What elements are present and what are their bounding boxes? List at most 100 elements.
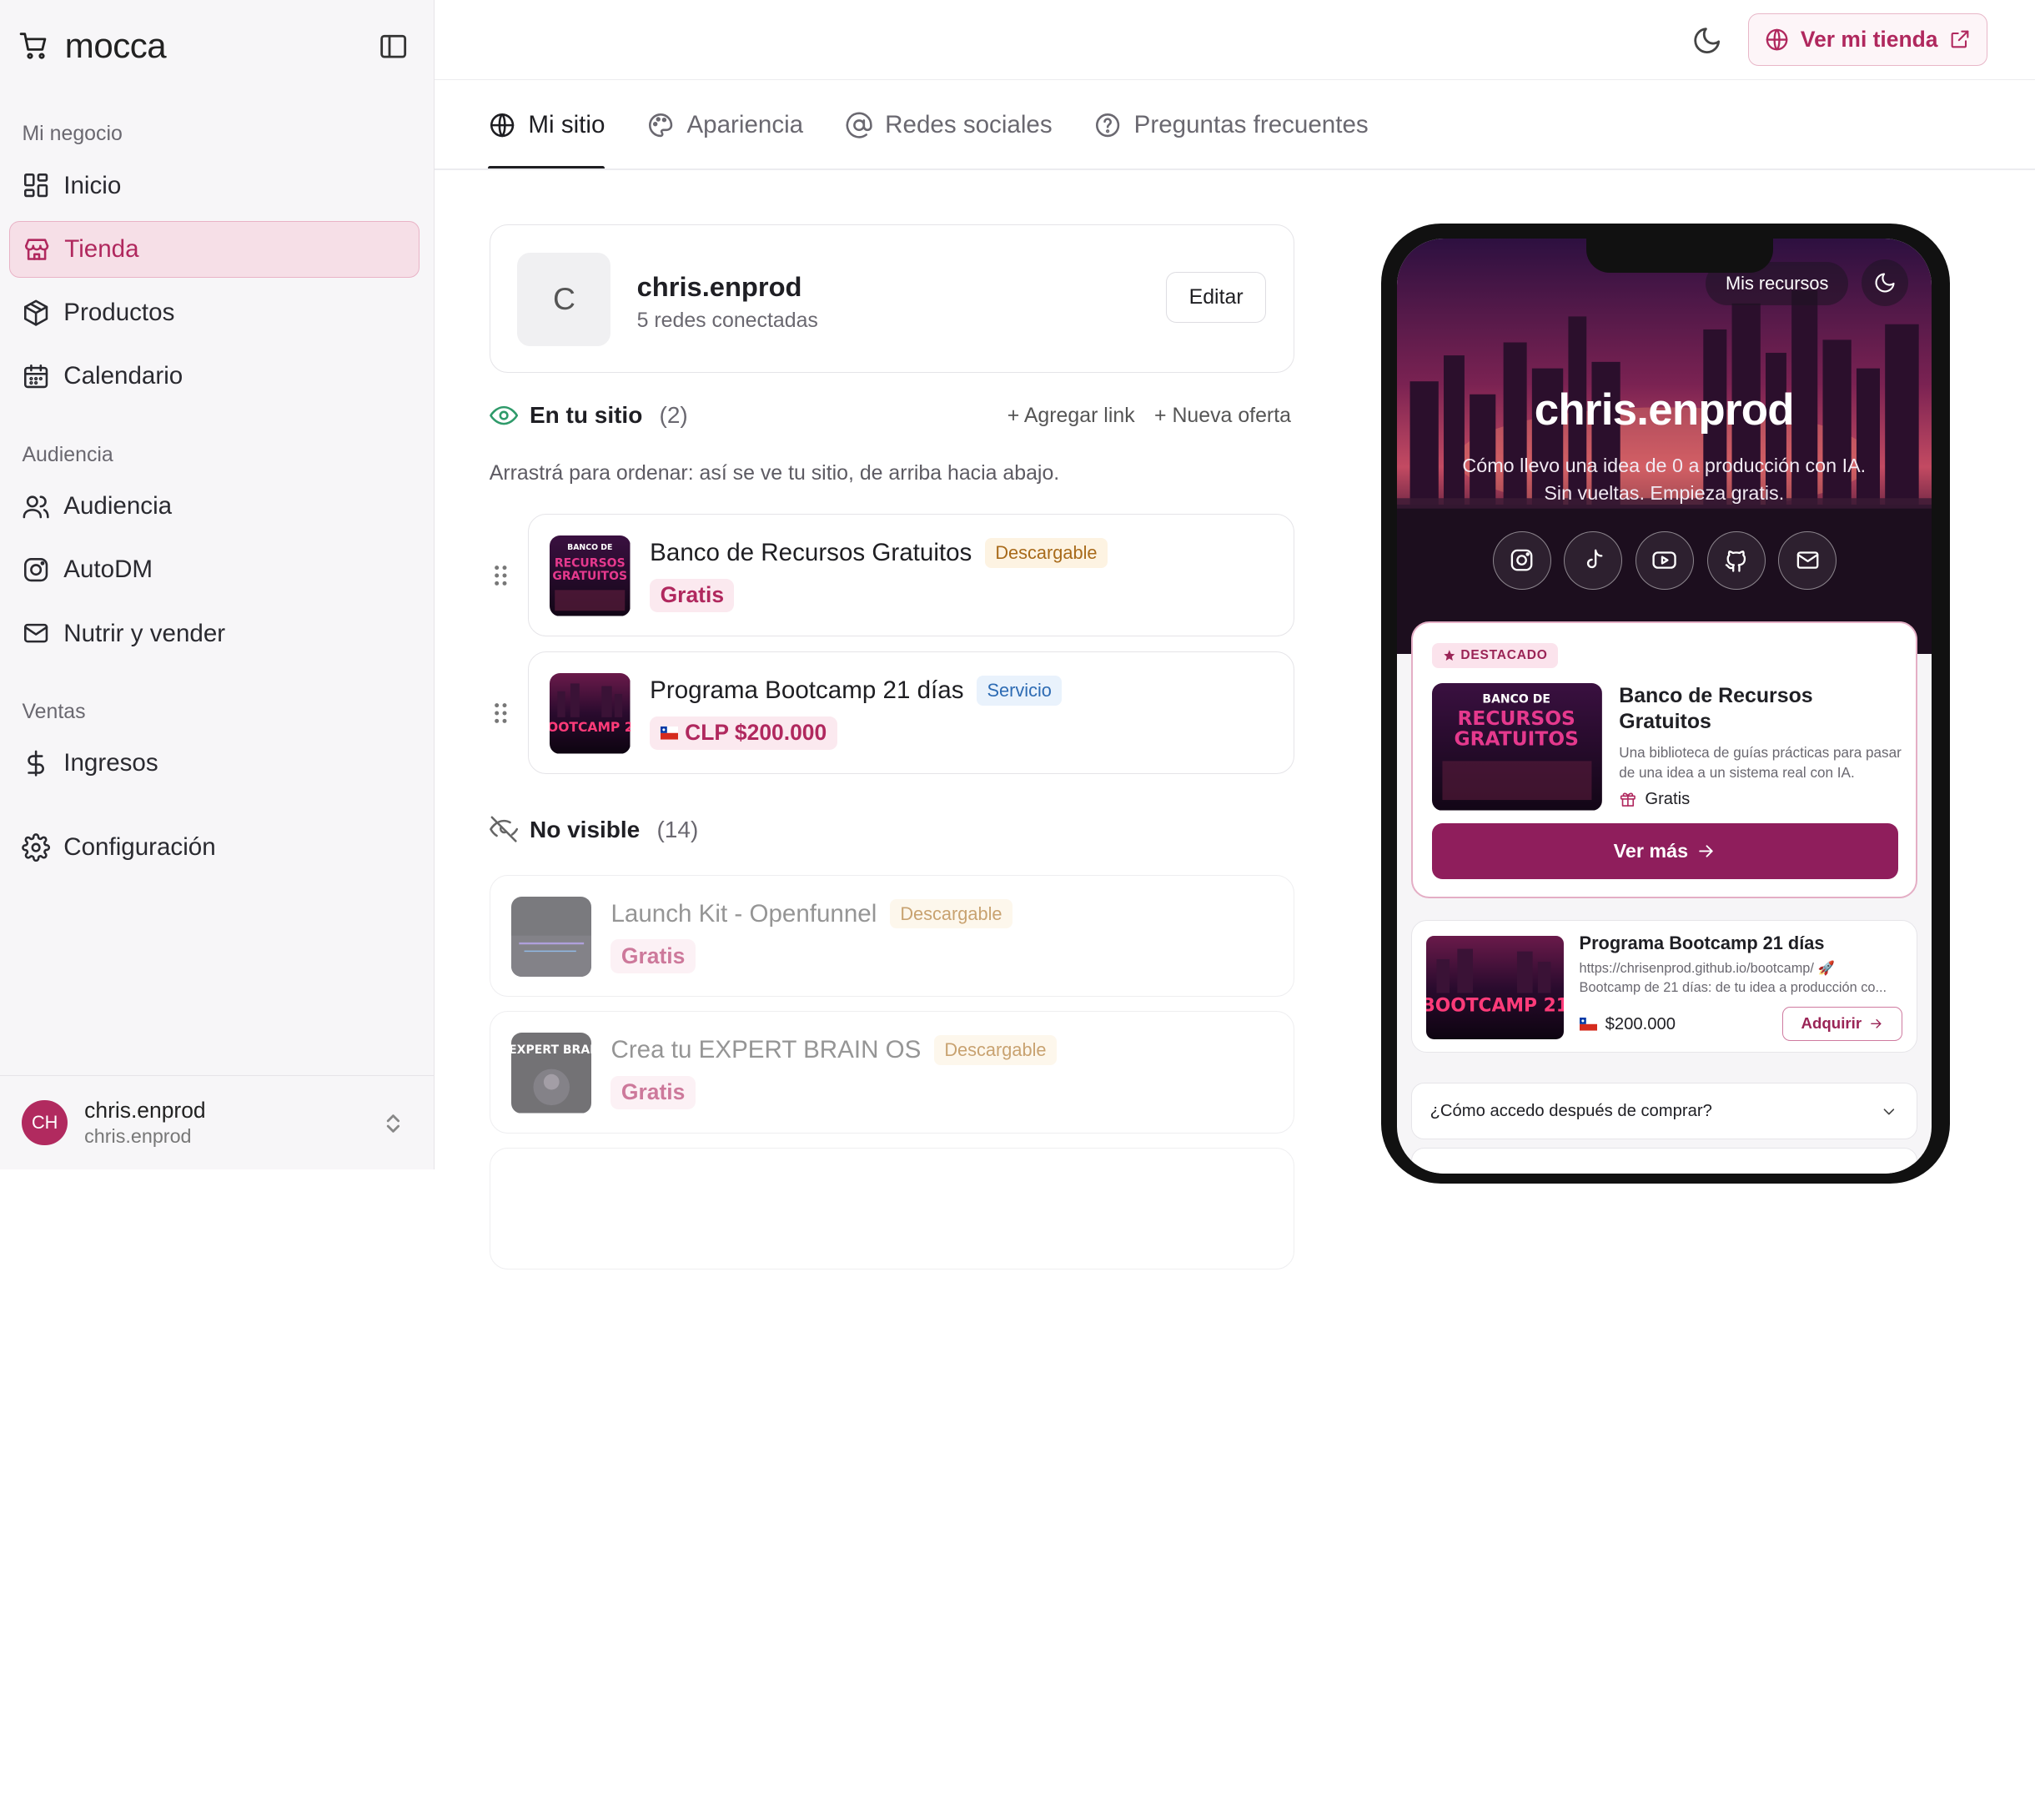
tab-label: Apariencia xyxy=(686,111,804,139)
instagram-icon xyxy=(24,558,48,582)
phone-notch xyxy=(1585,239,1774,273)
sidebar-item-audiencia[interactable]: Audiencia xyxy=(9,478,420,535)
on-site-title: En tu sitio xyxy=(529,402,643,429)
moon-icon[interactable] xyxy=(1691,25,1722,56)
banco-thumbnail-art: BANCO DE RECURSOS GRATUITOS xyxy=(1432,683,1602,811)
tiktok-icon xyxy=(1586,549,1603,569)
adquirir-button[interactable]: Adquirir xyxy=(1782,1007,1902,1041)
store-icon xyxy=(25,239,49,260)
social-instagram[interactable] xyxy=(1492,530,1551,590)
sidebar-item-productos[interactable]: Productos xyxy=(9,284,420,341)
list-item[interactable]: BANCO DE RECURSOS GRATUITOS Banco de Rec… xyxy=(495,514,1294,636)
thumb-text: BANCO DE xyxy=(567,543,612,552)
sidebar-item-tienda[interactable]: Tienda xyxy=(8,220,420,279)
list-item[interactable]: BOOTCAMP 21 Programa Bootcamp 21 días Se… xyxy=(495,651,1294,774)
featured-price-text: Gratis xyxy=(1645,789,1691,808)
tab-mi-sitio[interactable]: Mi sitio xyxy=(488,80,605,170)
sidebar-item-calendario[interactable]: Calendario xyxy=(9,348,420,405)
list-item[interactable]: Launch Kit - Openfunnel Descargable Grat… xyxy=(489,875,1294,998)
product-thumbnail: EXPERT BRAI xyxy=(510,1033,592,1114)
view-store-label: Ver mi tienda xyxy=(1800,26,1938,52)
faq-item[interactable] xyxy=(1410,1147,1917,1174)
user-handle: chris.enprod xyxy=(84,1124,192,1147)
drag-handle-icon[interactable] xyxy=(493,564,509,587)
star-icon xyxy=(1443,650,1455,661)
on-site-actions: + Agregar link + Nueva oferta xyxy=(1007,404,1291,428)
package-icon xyxy=(24,299,48,326)
instagram-icon xyxy=(1511,549,1533,571)
item-title: Launch Kit - Openfunnel xyxy=(610,899,877,928)
sidebar-item-ingresos[interactable]: Ingresos xyxy=(9,735,420,792)
expert-brain-thumbnail-art: EXPERT BRAI xyxy=(510,1033,592,1114)
price-text: Gratis xyxy=(621,1079,686,1105)
tab-preguntas-frecuentes[interactable]: Preguntas frecuentes xyxy=(1093,80,1369,169)
mail-icon xyxy=(1796,551,1819,569)
item-title: Programa Bootcamp 21 días xyxy=(650,676,964,704)
brand[interactable]: mocca xyxy=(18,26,167,66)
social-tiktok[interactable] xyxy=(1564,530,1623,590)
view-store-button[interactable]: Ver mi tienda xyxy=(1748,13,1987,67)
new-offer-button[interactable]: + Nueva oferta xyxy=(1154,404,1291,428)
featured-description: Una biblioteca de guías prácticas para p… xyxy=(1619,744,1902,781)
not-visible-header: No visible (14) xyxy=(489,815,699,843)
price-text: Gratis xyxy=(621,943,686,968)
dollar-icon xyxy=(28,750,45,777)
social-github[interactable] xyxy=(1706,530,1766,590)
sidebar-item-nutrir-y-vender[interactable]: Nutrir y vender xyxy=(9,605,420,661)
sidebar-toggle-icon[interactable] xyxy=(378,31,409,62)
thumb-text: BOOTCAMP 21 xyxy=(1426,995,1564,1016)
mail-icon xyxy=(24,624,48,643)
sidebar-item-inicio[interactable]: Inicio xyxy=(9,157,420,214)
price-badge: CLP $200.000 xyxy=(650,716,837,750)
thumb-text: BANCO DE xyxy=(1483,692,1550,706)
palette-icon xyxy=(649,113,673,138)
preview-name: chris.enprod xyxy=(1534,385,1795,435)
edit-profile-button[interactable]: Editar xyxy=(1166,272,1267,323)
not-visible-title: No visible xyxy=(529,816,641,842)
user-name: chris.enprod xyxy=(84,1098,206,1124)
launchkit-thumbnail-art xyxy=(510,896,592,978)
bootcamp-thumbnail-art: BOOTCAMP 21 xyxy=(1426,935,1564,1040)
sidebar-item-autodm[interactable]: AutoDM xyxy=(9,541,420,598)
user-menu[interactable]: CH chris.enprod chris.enprod xyxy=(0,1074,435,1170)
social-youtube[interactable] xyxy=(1636,530,1695,590)
ver-mas-button[interactable]: Ver más xyxy=(1432,823,1898,880)
phone-preview: Mis recursos chris.enprod Cómo llevo una… xyxy=(1381,223,1950,1184)
thumb-text: RECURSOS xyxy=(1458,706,1575,730)
app-root: mocca Mi negocio Inicio Tienda Productos… xyxy=(0,0,2035,1270)
profile-avatar: C xyxy=(517,252,611,346)
chevron-up-down-icon xyxy=(386,1114,400,1133)
sidebar-item-label: Tienda xyxy=(64,234,139,263)
price-text: CLP $200.000 xyxy=(685,720,827,746)
thumb-text: GRATUITOS xyxy=(553,570,628,583)
globe-icon xyxy=(1766,28,1788,51)
featured-badge-text: DESTACADO xyxy=(1460,648,1548,663)
tab-redes-sociales[interactable]: Redes sociales xyxy=(845,80,1053,169)
faq-item[interactable]: ¿Cómo accedo después de comprar? xyxy=(1410,1083,1917,1140)
drag-handle-icon[interactable] xyxy=(493,701,509,725)
tab-apariencia[interactable]: Apariencia xyxy=(646,80,803,169)
program-price: $200.000 xyxy=(1579,1015,1676,1034)
sidebar-item-configuracion[interactable]: Configuración xyxy=(9,819,420,876)
tab-label: Mi sitio xyxy=(528,111,605,139)
main-content: Ver mi tienda Mi sitio Apariencia Redes … xyxy=(435,0,2035,1270)
bootcamp-thumbnail-art: BOOTCAMP 21 xyxy=(550,673,631,754)
preview-theme-toggle[interactable] xyxy=(1861,259,1908,307)
product-thumbnail: BOOTCAMP 21 xyxy=(550,673,631,754)
social-email[interactable] xyxy=(1778,530,1837,590)
banco-thumbnail-art: BANCO DE RECURSOS GRATUITOS xyxy=(550,535,631,616)
add-link-button[interactable]: + Agregar link xyxy=(1007,404,1135,428)
social-links xyxy=(1492,530,1837,590)
item-title-row: Crea tu EXPERT BRAIN OS Descargable xyxy=(610,1035,1057,1065)
sidebar-item-label: Ingresos xyxy=(63,749,158,777)
list-item[interactable]: EXPERT BRAI Crea tu EXPERT BRAIN OS Desc… xyxy=(489,1011,1294,1134)
not-visible-count: (14) xyxy=(656,816,699,842)
type-badge: Servicio xyxy=(977,676,1063,706)
profile-card: C chris.enprod 5 redes conectadas Editar xyxy=(489,224,1294,373)
chile-flag-icon xyxy=(660,726,679,740)
list-item[interactable] xyxy=(489,1147,1294,1270)
sidebar-item-label: Audiencia xyxy=(63,491,173,520)
featured-badge: DESTACADO xyxy=(1432,642,1559,669)
tab-label: Preguntas frecuentes xyxy=(1133,111,1369,139)
item-title: Crea tu EXPERT BRAIN OS xyxy=(610,1036,922,1064)
